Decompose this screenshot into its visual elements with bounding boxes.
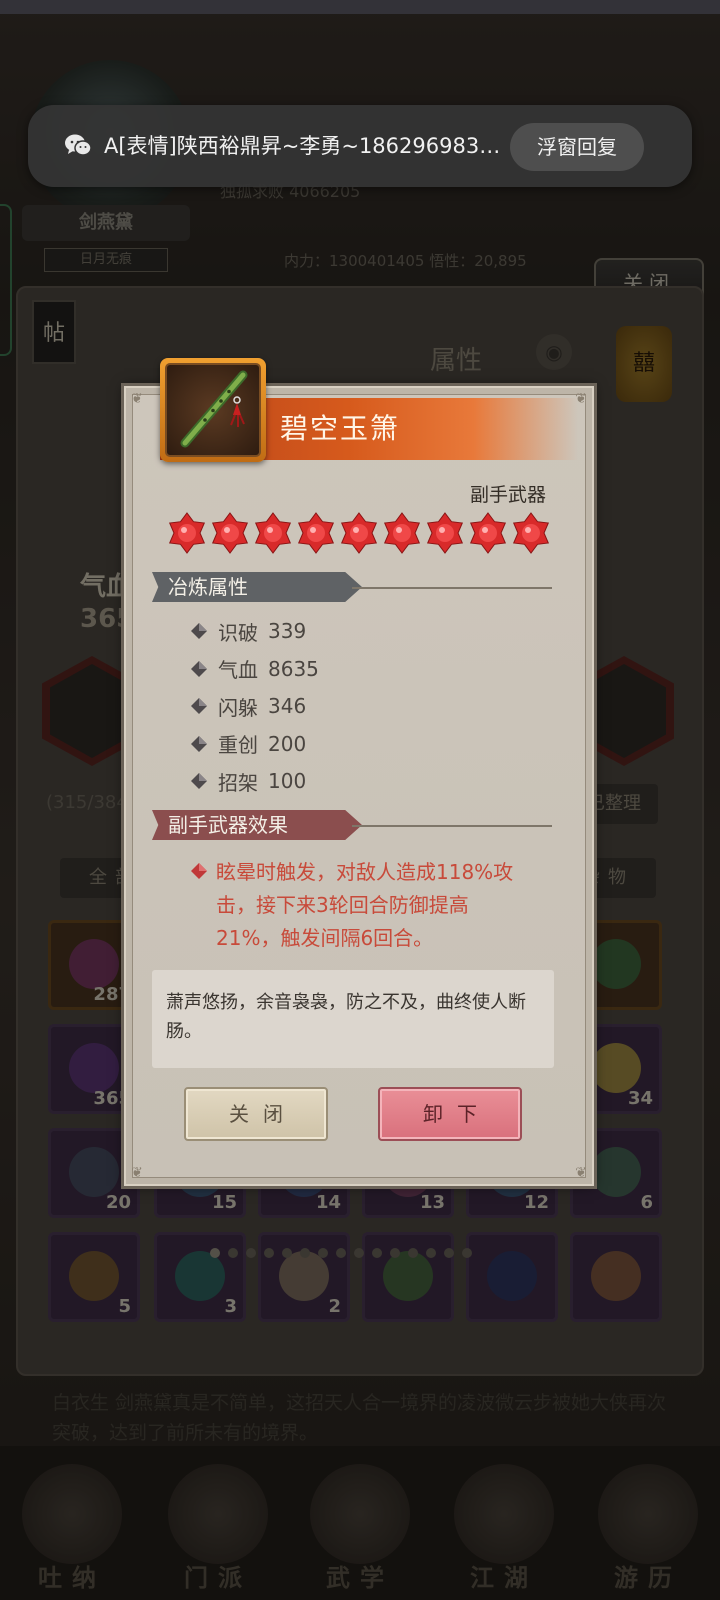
float-reply-button[interactable]: 浮窗回复 (510, 123, 644, 171)
diamond-bullet-icon (191, 698, 207, 714)
star-icon (340, 512, 378, 554)
refine-section-title: 冶炼属性 (152, 572, 362, 602)
floating-notification[interactable]: A[表情]陕西裕鼎昇~李勇~186296983… 浮窗回复 (28, 105, 692, 187)
star-icon (469, 512, 507, 554)
attribute-row: 气血 8635 (190, 654, 319, 684)
attribute-row: 闪躲 346 (190, 691, 306, 721)
attribute-name: 招架 (218, 770, 258, 795)
item-description: 萧声悠扬，余音袅袅，防之不及，曲终使人断肠。 (152, 970, 554, 1068)
star-icon (383, 512, 421, 554)
attribute-name: 闪躲 (218, 695, 258, 720)
star-icon (211, 512, 249, 554)
diamond-bullet-icon (191, 660, 207, 677)
attribute-name: 识破 (218, 620, 258, 645)
attribute-value: 8635 (268, 656, 319, 681)
diamond-bullet-icon (191, 735, 207, 752)
attribute-name: 重创 (218, 733, 258, 757)
star-icon (512, 512, 550, 554)
attribute-name: 气血 (218, 658, 258, 682)
effect-section-title: 副手武器效果 (152, 810, 362, 840)
divider (352, 587, 552, 589)
diamond-bullet-icon (191, 623, 207, 639)
diamond-bullet-icon (191, 773, 207, 789)
divider (352, 825, 552, 827)
item-name: 碧空玉箫 (280, 412, 401, 445)
effect-text: 眩晕时触发，对敌人造成118%攻击，接下来3轮回合防御提高21%，触发间隔6回合… (216, 860, 514, 950)
item-icon-frame (160, 358, 266, 462)
attribute-value: 100 (268, 769, 307, 793)
star-icon (168, 512, 206, 554)
star-icon (254, 512, 292, 554)
jade-flute-icon (180, 370, 248, 448)
corner-ornament-icon: ❦ (575, 1165, 587, 1181)
corner-ornament-icon: ❦ (131, 391, 143, 407)
star-icon (426, 512, 464, 554)
attribute-value: 200 (268, 731, 307, 756)
attribute-value: 339 (268, 619, 307, 643)
attribute-row: 招架 100 (190, 766, 306, 796)
diamond-bullet-icon (191, 863, 207, 879)
unequip-button[interactable]: 卸下 (378, 1087, 522, 1141)
star-rating (166, 512, 552, 554)
corner-ornament-icon: ❦ (131, 1165, 143, 1181)
attribute-row: 识破 339 (190, 616, 306, 646)
notification-message: A[表情]陕西裕鼎昇~李勇~186296983… (104, 134, 501, 158)
refine-section-header: 冶炼属性 (152, 572, 552, 604)
effect-section-header: 副手武器效果 (152, 810, 552, 842)
attribute-value: 346 (268, 694, 307, 718)
close-button[interactable]: 关闭 (184, 1087, 328, 1141)
star-icon (297, 512, 335, 554)
attribute-row: 重创 200 (190, 729, 306, 759)
wechat-icon (65, 134, 92, 156)
item-type: 副手武器 (469, 484, 546, 506)
